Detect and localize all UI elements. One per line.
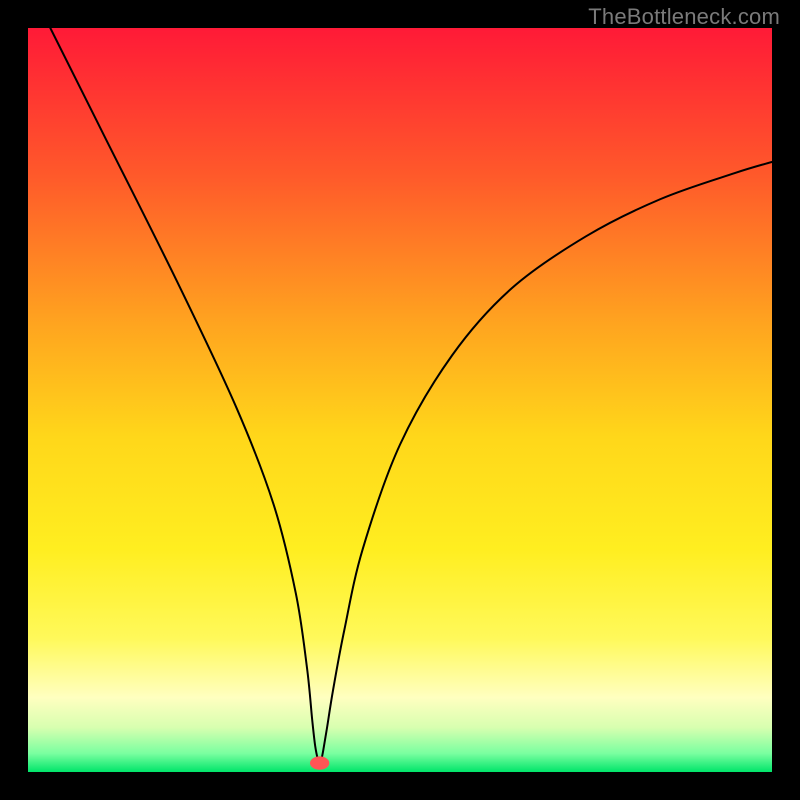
chart-frame: TheBottleneck.com: [0, 0, 800, 800]
minimum-marker: [310, 756, 329, 769]
watermark-text: TheBottleneck.com: [588, 4, 780, 30]
plot-background: [28, 28, 772, 772]
bottleneck-chart: [28, 28, 772, 772]
